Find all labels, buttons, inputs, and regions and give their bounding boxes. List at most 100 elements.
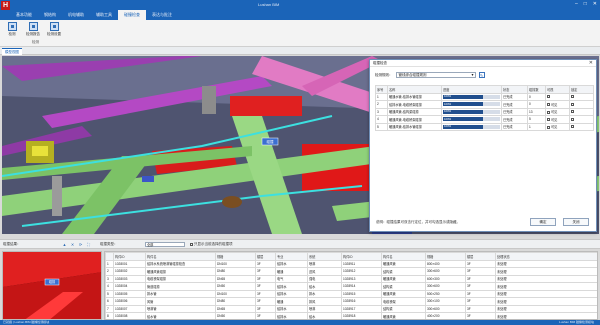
tab-mep[interactable]: 机电辅助 — [62, 10, 90, 20]
cell-name: 暖通风管-给排水管碰撞 — [387, 122, 442, 131]
cell-locked — [569, 115, 594, 124]
cell-name: 给排水管-电缆桥架碰撞 — [387, 100, 442, 109]
tab-steel[interactable]: 钢结构 — [38, 10, 62, 20]
results-row[interactable]: 4 1028004 管道碰撞 DN50 3F 给排水 给水 1028914 结构梁 300×600… — [105, 282, 597, 291]
results-cell: 1028002 — [113, 267, 146, 276]
cell-count: 5 — [527, 115, 546, 124]
table-row[interactable]: 5 暖通风管-给排水管碰撞 100% 已完成 1 可见 — [375, 122, 594, 131]
detect-button[interactable]: 检测 — [3, 22, 21, 37]
table-row[interactable]: 3 暖通风管-结构梁碰撞 100% 已完成 13 可见 — [375, 107, 594, 116]
table-row[interactable]: 2 给排水管-电缆桥架碰撞 100% 已完成 0 可见 — [375, 100, 594, 109]
cancel-button[interactable]: 关闭 — [563, 218, 589, 226]
results-cell: 喷淋 — [307, 259, 342, 268]
results-col-10: 楼层 — [465, 252, 496, 261]
cell-progress: 100% — [441, 92, 502, 101]
fullscreen-icon[interactable]: ⛶ — [86, 242, 91, 247]
filter-select[interactable]: 全部 — [145, 242, 185, 247]
tab-collision[interactable]: 碰撞检查 — [118, 10, 146, 20]
results-cell: 喷淋管 — [145, 304, 216, 313]
window-title: Lushan BIM — [258, 2, 280, 7]
cell-count: 0 — [527, 92, 546, 101]
cell-index: 4 — [375, 115, 388, 124]
tab-tools[interactable]: 辅助工具 — [90, 10, 118, 20]
results-cell: 结构梁 — [381, 304, 426, 313]
results-cell: 结构梁 — [381, 282, 426, 291]
results-row[interactable]: 6 1028006 风管 DN80 3F 暖通 排风 1028916 电缆桥架 300×100 3F… — [105, 297, 597, 306]
tab-model-view[interactable]: 模型视图 — [2, 48, 22, 55]
cell-count: 0 — [527, 100, 546, 109]
locked-checkbox[interactable] — [571, 95, 574, 99]
ok-button[interactable]: 确定 — [530, 218, 556, 226]
progress-text: 100% — [444, 116, 452, 121]
detect-settings-label: 检测设置 — [47, 32, 61, 36]
tab-annotation[interactable]: 表达与批注 — [146, 10, 178, 20]
results-cell: 3F — [255, 297, 276, 306]
up-icon[interactable]: ▲ — [62, 242, 67, 247]
tab-basic[interactable]: 基本功能 — [10, 10, 38, 20]
results-col-11: 处理状态 — [495, 252, 597, 261]
visible-label: 可见 — [551, 102, 558, 107]
visible-checkbox[interactable] — [547, 103, 550, 107]
maximize-button[interactable]: □ — [584, 1, 587, 7]
locked-checkbox[interactable] — [571, 125, 574, 129]
locked-checkbox[interactable] — [571, 102, 574, 106]
detect-report-button[interactable]: 检测报告 — [24, 22, 42, 37]
cell-locked — [569, 100, 594, 109]
dialog-close-icon[interactable]: ✕ — [589, 60, 593, 67]
results-cell: 1028911 — [341, 259, 382, 268]
app-logo: H — [1, 1, 10, 10]
results-col-9: 规格 — [425, 252, 466, 261]
results-cell: 结构梁 — [381, 267, 426, 276]
results-cell: 电缆桥架 — [381, 297, 426, 306]
results-cell: 3F — [465, 267, 496, 276]
only-selected-checkbox[interactable]: 只显示当前选择的碰撞项 — [190, 242, 233, 247]
visible-checkbox[interactable] — [547, 95, 550, 99]
progress-bar: 100% — [443, 94, 500, 99]
rule-select[interactable]: 管线综合碰撞规则 — [395, 72, 476, 78]
mini-collision-tag[interactable]: 碰撞 — [45, 279, 59, 285]
results-cell: 300×600 — [425, 267, 466, 276]
results-cell: 送风 — [307, 267, 342, 276]
results-cell: 1028008 — [113, 312, 146, 319]
cell-visible: 可见 — [545, 107, 570, 116]
results-cell: 3F — [465, 274, 496, 283]
results-cell: 3F — [255, 282, 276, 291]
close-window-button[interactable]: ✕ — [593, 1, 597, 7]
cell-progress: 100% — [441, 100, 502, 109]
delete-icon[interactable]: ✕ — [70, 242, 75, 247]
edit-rule-icon[interactable]: ✎ — [478, 72, 485, 78]
progress-text: 100% — [444, 124, 452, 129]
results-row[interactable]: 3 1028003 电缆桥架碰撞 DN65 3F 电气 强电 1028913 暖通风管 600×3… — [105, 274, 597, 283]
results-cell: 未处理 — [495, 259, 597, 268]
results-row[interactable]: 1 1028001 给排水系统喷淋管碰撞检查 DN100 3F 给排水 喷淋 1028911 暖… — [105, 259, 597, 268]
table-row[interactable]: 1 暖通水管-给排水管碰撞 100% 已完成 0 — [375, 92, 594, 101]
visible-checkbox[interactable] — [547, 118, 550, 122]
results-row[interactable]: 2 1028002 暖通风管碰撞 DN80 3F 暖通 送风 1028912 结构梁 300×60… — [105, 267, 597, 276]
collision-tag[interactable]: 碰撞 — [262, 139, 278, 145]
visible-checkbox[interactable] — [547, 125, 550, 129]
results-label: 碰撞结果： — [3, 242, 21, 246]
table-row[interactable]: 4 暖通风管-电缆桥架碰撞 100% 已完成 5 可见 — [375, 115, 594, 124]
results-row[interactable]: 7 1028007 喷淋管 DN65 3F 给排水 喷淋 1028917 结构梁 300×600 3… — [105, 304, 597, 313]
visible-checkbox[interactable] — [547, 110, 550, 114]
results-row[interactable]: 5 1028005 排水管 DN100 3F 给排水 排水 1028915 暖通风管 500×25… — [105, 289, 597, 298]
cell-progress: 100% — [441, 115, 502, 124]
results-row[interactable]: 8 1028008 给水管 DN50 3F 给排水 给水 1028918 暖通风管 400×200… — [105, 312, 597, 319]
window-controls: – □ ✕ — [575, 1, 597, 7]
results-cell: 排风 — [307, 297, 342, 306]
mini-viewport[interactable]: 碰撞 — [2, 251, 102, 320]
results-cell: 1028001 — [113, 259, 146, 268]
results-cell: 3F — [255, 304, 276, 313]
refresh-icon[interactable]: ⟳ — [78, 242, 83, 247]
results-cell: 4 — [105, 282, 114, 291]
results-cell: 暖通风管 — [381, 274, 426, 283]
locked-checkbox[interactable] — [571, 110, 574, 114]
locked-checkbox[interactable] — [571, 117, 574, 121]
results-col-2: 构件名 — [145, 252, 216, 261]
results-cell: 3F — [465, 259, 496, 268]
cell-locked — [569, 122, 594, 131]
minimize-button[interactable]: – — [575, 1, 578, 7]
detect-settings-button[interactable]: 检测设置 — [45, 22, 63, 37]
results-cell: 1028003 — [113, 274, 146, 283]
checkbox-box[interactable] — [190, 242, 193, 246]
